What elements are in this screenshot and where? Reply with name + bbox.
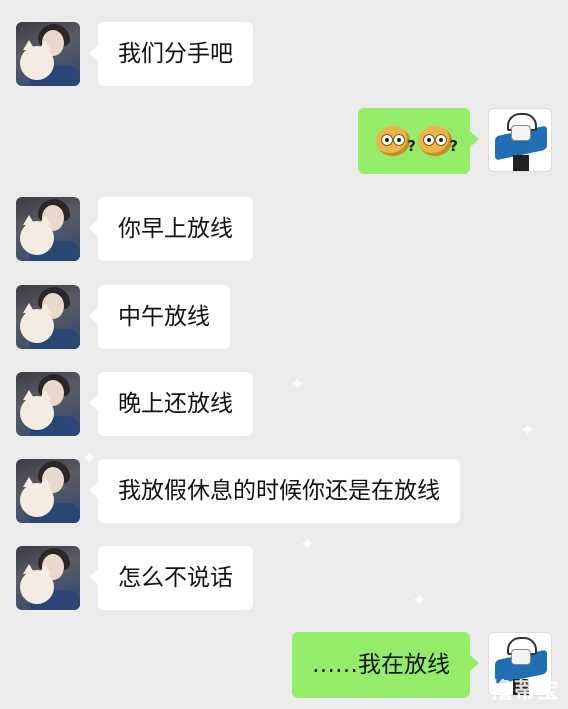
message-row: 我们分手吧 (16, 22, 253, 86)
message-bubble[interactable]: 我们分手吧 (89, 22, 253, 86)
message-row: 晚上还放线 (16, 372, 253, 436)
contact-avatar[interactable] (16, 372, 80, 436)
contact-avatar[interactable] (16, 546, 80, 610)
message-row: 我放假休息的时候你还是在放线 (16, 459, 460, 523)
sparkle-icon: ✦ (412, 590, 428, 611)
message-bubble[interactable]: 晚上还放线 (89, 372, 253, 436)
message-bubble[interactable]: 怎么不说话 (89, 546, 253, 610)
contact-avatar[interactable] (16, 459, 80, 523)
confused-emoji-icon: ? (376, 126, 416, 156)
message-bubble[interactable]: ……我在放线 (292, 632, 479, 698)
message-row: 中午放线 (16, 285, 230, 349)
watermark: 撸蒂宝 (490, 679, 560, 704)
message-bubble[interactable]: 我放假休息的时候你还是在放线 (89, 459, 460, 523)
contact-avatar[interactable] (16, 22, 80, 86)
contact-avatar[interactable] (16, 197, 80, 261)
message-bubble[interactable]: 中午放线 (89, 285, 230, 349)
message-row: ? ? (358, 108, 552, 174)
confused-emoji-icon: ? (418, 126, 458, 156)
contact-avatar[interactable] (16, 285, 80, 349)
my-avatar[interactable] (488, 108, 552, 172)
sparkle-icon: ✦ (290, 374, 306, 395)
message-bubble[interactable]: 你早上放线 (89, 197, 253, 261)
message-row: 你早上放线 (16, 197, 253, 261)
sparkle-icon: ✦ (520, 420, 536, 441)
sparkle-icon: ✦ (300, 534, 316, 555)
emoji-message-bubble[interactable]: ? ? (358, 108, 479, 174)
message-row: 怎么不说话 (16, 546, 253, 610)
